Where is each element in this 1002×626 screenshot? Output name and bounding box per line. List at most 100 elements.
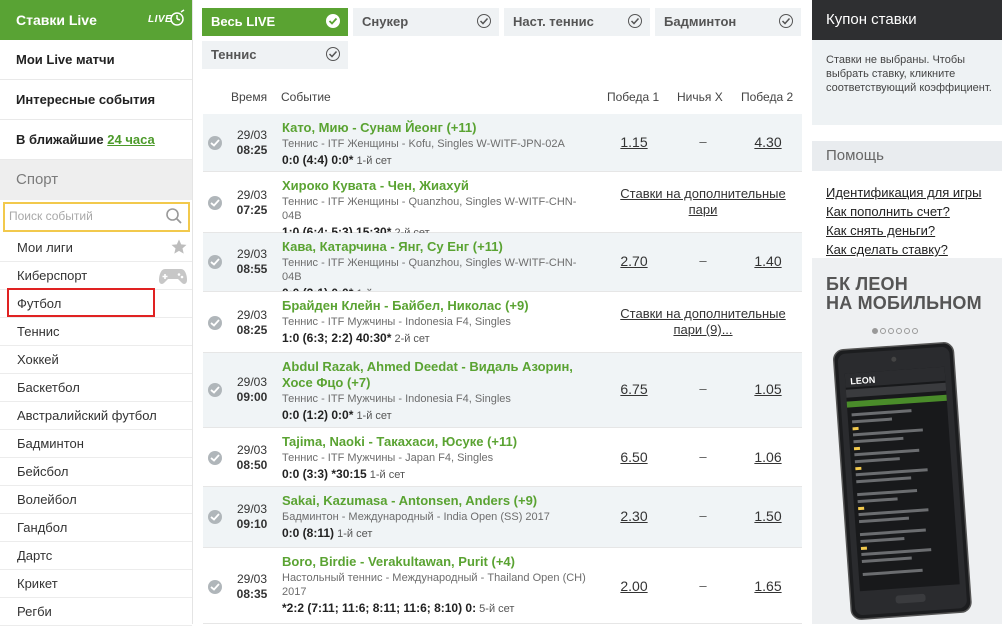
extra-bets-link[interactable]: Ставки на дополнительные пари (608, 186, 798, 218)
check-circle-icon[interactable] (208, 580, 222, 594)
odds-win2[interactable]: 4.30 (738, 134, 798, 150)
odds-win2[interactable]: 1.40 (738, 253, 798, 269)
event-teams-link[interactable]: Abdul Razak, Ahmed Deedat - Видаль Азори… (282, 359, 592, 391)
sidebar-sport-item[interactable]: Волейбол (0, 486, 192, 514)
odds-win1[interactable]: 6.50 (604, 449, 664, 465)
event-teams-link[interactable]: Брайден Клейн - Байбел, Николас (+9) (282, 298, 592, 314)
event-teams-link[interactable]: Хироко Кувата - Чен, Жиахуй (282, 178, 592, 194)
sidebar-sport-item[interactable]: Хоккей (0, 346, 192, 374)
sidebar-sport-label: Киберспорт (17, 268, 88, 283)
search-icon[interactable] (165, 207, 183, 228)
interesting-events-link[interactable]: Интересные события (0, 80, 192, 120)
slider-dot[interactable] (872, 328, 878, 334)
extra-bets-link[interactable]: Ставки на дополнительные пари (9)... (608, 306, 798, 338)
upcoming-24h-link[interactable]: В ближайшие 24 часа (0, 120, 192, 160)
sidebar-sport-label: Гандбол (17, 520, 68, 535)
sidebar-sport-item[interactable]: Киберспорт (0, 262, 192, 290)
sidebar-sport-item[interactable]: Баскетбол (0, 374, 192, 402)
sidebar-sport-item[interactable]: Бейсбол (0, 458, 192, 486)
help-link-identification[interactable]: Идентификация для игры (826, 183, 1002, 202)
set-label: 1-й сет (337, 528, 373, 540)
tab-table-tennis[interactable]: Наст. теннис (504, 8, 650, 36)
sidebar-sport-item[interactable]: Бадминтон (0, 430, 192, 458)
upcoming-24h-highlight[interactable]: 24 часа (107, 132, 154, 147)
table-row[interactable]: 29/03 07:25 Хироко Кувата - Чен, Жиахуй Тен… (203, 171, 802, 239)
score-value: 0:0 (3:3) *30:15 (282, 467, 367, 481)
sidebar-sport-label: Бейсбол (17, 464, 69, 479)
tab-all-live[interactable]: Весь LIVE (202, 8, 348, 36)
event-search-input[interactable] (5, 204, 159, 228)
promo-title-line1: БК ЛЕОН (826, 274, 908, 294)
sidebar-sport-item[interactable]: Теннис (0, 318, 192, 346)
slider-dot[interactable] (896, 328, 902, 334)
star-icon[interactable] (170, 238, 188, 265)
set-label: 1-й сет (356, 155, 392, 167)
table-row[interactable]: 29/03 08:50 Tajima, Naoki - Такахаси, Юсук… (203, 427, 802, 487)
event-score: 0:0 (1:2) 0:0* 1-й сет (282, 408, 592, 423)
promo-slider-dots[interactable] (872, 322, 920, 337)
table-row[interactable]: 29/03 08:25 Като, Мию - Сунам Йеонг (+11) Т… (203, 114, 802, 171)
table-row[interactable]: 29/03 08:35 Boro, Birdie - Verakultawan, P… (203, 547, 802, 624)
help-link-place-bet[interactable]: Как сделать ставку? (826, 240, 1002, 259)
mobile-promo-banner[interactable]: БК ЛЕОН НА МОБИЛЬНОМ LEON (812, 258, 1002, 624)
sidebar-sport-item[interactable]: Регби (0, 598, 192, 626)
event-teams-link[interactable]: Boro, Birdie - Verakultawan, Purit (+4) (282, 554, 592, 570)
slider-dot[interactable] (888, 328, 894, 334)
sidebar-sport-label: Регби (17, 604, 52, 619)
event-date: 29/03 (236, 502, 268, 516)
odds-win2[interactable]: 1.05 (738, 381, 798, 397)
sidebar-sport-item[interactable]: Дартс (0, 542, 192, 570)
sidebar-header[interactable]: Ставки Live LIVE (0, 0, 192, 40)
sidebar-sport-item[interactable]: Крикет (0, 570, 192, 598)
sidebar-sport-item[interactable]: Гандбол (0, 514, 192, 542)
event-league: Настольный теннис - Международный - Thai… (282, 572, 586, 598)
table-row[interactable]: 29/03 09:10 Sakai, Kazumasa - Antonsen, An… (203, 487, 802, 547)
table-row[interactable]: 29/03 09:00 Abdul Razak, Ahmed Deedat - Ви… (203, 353, 802, 427)
sidebar-title: Ставки Live (16, 12, 97, 28)
check-circle-icon[interactable] (208, 383, 222, 397)
event-league: Бадминтон - Международный - India Open (… (282, 511, 550, 523)
odds-win2[interactable]: 1.06 (738, 449, 798, 465)
table-row[interactable]: 29/03 08:55 Кава, Катарчина - Янг, Су Енг … (203, 233, 802, 300)
check-circle-icon[interactable] (208, 136, 222, 150)
odds-win1[interactable]: 2.00 (604, 578, 664, 594)
check-circle-icon[interactable] (208, 451, 222, 465)
help-link-withdraw[interactable]: Как снять деньги? (826, 221, 1002, 240)
sidebar-sport-label: Дартс (17, 548, 53, 563)
odds-win1[interactable]: 2.30 (604, 508, 664, 524)
sport-section-title: Спорт (0, 160, 192, 200)
sidebar-sport-item[interactable]: Мои лиги (0, 234, 192, 262)
event-teams-link[interactable]: Кава, Катарчина - Янг, Су Енг (+11) (282, 239, 592, 255)
slider-dot[interactable] (904, 328, 910, 334)
sidebar-sport-item[interactable]: Футбол (0, 288, 192, 318)
odds-win1[interactable]: 1.15 (604, 134, 664, 150)
sidebar-sport-item[interactable]: Австралийский футбол (0, 402, 192, 430)
tab-tennis[interactable]: Теннис (202, 41, 348, 69)
odds-win2[interactable]: 1.50 (738, 508, 798, 524)
event-teams-link[interactable]: Sakai, Kazumasa - Antonsen, Anders (+9) (282, 493, 592, 509)
slider-dot[interactable] (880, 328, 886, 334)
slider-dot[interactable] (912, 328, 918, 334)
tab-badminton[interactable]: Бадминтон (655, 8, 801, 36)
event-teams-link[interactable]: Tajima, Naoki - Такахаси, Юсуке (+11) (282, 434, 592, 450)
odds-win1[interactable]: 2.70 (604, 253, 664, 269)
event-date: 29/03 (236, 308, 268, 322)
odds-win2[interactable]: 1.65 (738, 578, 798, 594)
tab-snooker[interactable]: Снукер (353, 8, 499, 36)
table-row[interactable]: 29/03 08:25 Брайден Клейн - Байбел, Никола… (203, 291, 802, 353)
tab-tennis-label: Теннис (211, 47, 257, 62)
phone-illustration: LEON (833, 342, 972, 620)
check-circle-icon[interactable] (208, 255, 222, 269)
event-date: 29/03 (236, 128, 268, 142)
check-circle-icon[interactable] (208, 196, 222, 210)
event-teams-link[interactable]: Като, Мию - Сунам Йеонг (+11) (282, 120, 592, 136)
event-info: Брайден Клейн - Байбел, Николас (+9) Тенн… (282, 298, 592, 346)
odds-win1[interactable]: 6.75 (604, 381, 664, 397)
score-value: 0:0 (4:4) 0:0* (282, 153, 354, 167)
check-circle-icon[interactable] (208, 316, 222, 330)
check-circle-icon[interactable] (208, 510, 222, 524)
my-live-matches-link[interactable]: Мои Live матчи (0, 40, 192, 80)
sport-list: Мои лиги Киберспорт Футбол Теннис Хоккей Баск… (0, 234, 192, 626)
help-link-deposit[interactable]: Как пополнить счет? (826, 202, 1002, 221)
header-time: Время (231, 90, 268, 104)
